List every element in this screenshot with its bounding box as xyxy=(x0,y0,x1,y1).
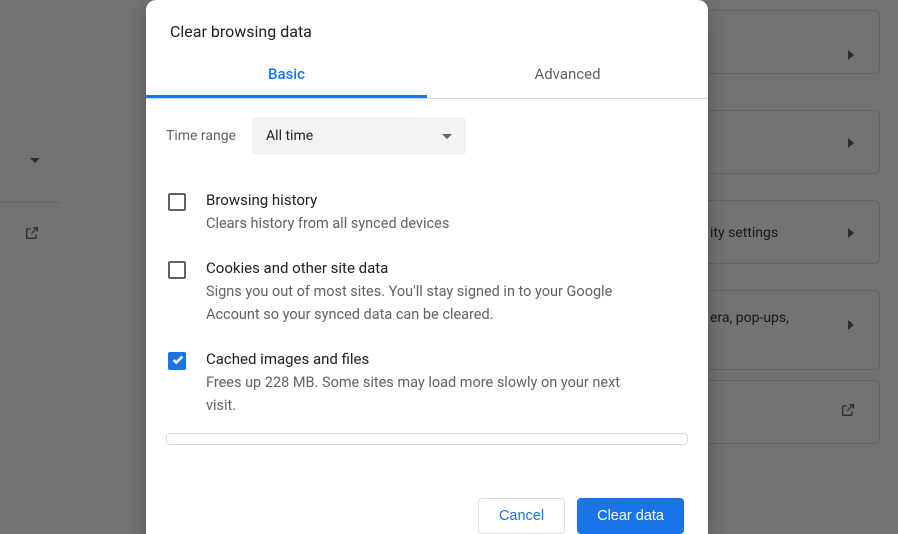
dialog-title: Clear browsing data xyxy=(146,0,708,55)
checkbox-cache[interactable] xyxy=(168,352,186,370)
clear-data-button[interactable]: Clear data xyxy=(577,498,684,534)
time-range-select[interactable]: All time xyxy=(252,117,466,155)
checkbox-cookies[interactable] xyxy=(168,261,186,279)
checkbox-browsing-history[interactable] xyxy=(168,193,186,211)
time-range-label: Time range xyxy=(166,128,236,144)
tab-basic[interactable]: Basic xyxy=(146,55,427,98)
option-desc: Clears history from all synced devices xyxy=(206,213,449,235)
option-title: Browsing history xyxy=(206,191,449,209)
dialog-tabs: Basic Advanced xyxy=(146,55,708,99)
chevron-down-icon xyxy=(442,134,452,139)
option-title: Cookies and other site data xyxy=(206,259,646,277)
option-desc: Frees up 228 MB. Some sites may load mor… xyxy=(206,372,646,417)
partial-next-section xyxy=(166,433,688,445)
tab-advanced[interactable]: Advanced xyxy=(427,55,708,98)
option-browsing-history[interactable]: Browsing history Clears history from all… xyxy=(166,179,688,247)
cancel-button[interactable]: Cancel xyxy=(478,498,565,534)
option-cache[interactable]: Cached images and files Frees up 228 MB.… xyxy=(166,338,688,429)
option-desc: Signs you out of most sites. You'll stay… xyxy=(206,281,646,326)
clear-browsing-data-dialog: Clear browsing data Basic Advanced Time … xyxy=(146,0,708,534)
dialog-body[interactable]: Time range All time Browsing history Cle… xyxy=(146,99,708,476)
option-cookies[interactable]: Cookies and other site data Signs you ou… xyxy=(166,247,688,338)
option-title: Cached images and files xyxy=(206,350,646,368)
dialog-footer: Cancel Clear data xyxy=(146,476,708,534)
time-range-value: All time xyxy=(266,128,313,144)
